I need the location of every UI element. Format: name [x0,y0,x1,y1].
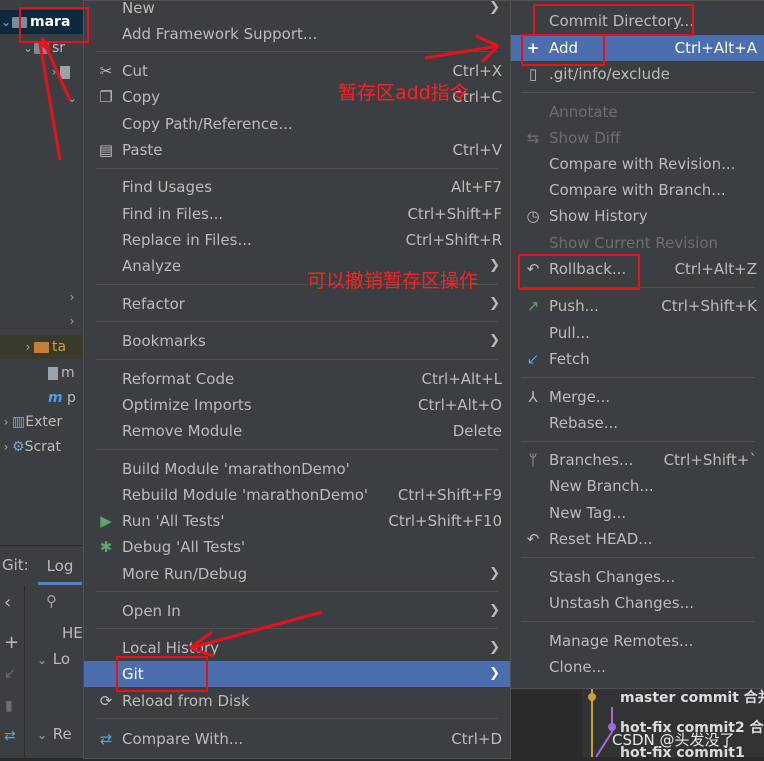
annotation-add: 暂存区add指令 [338,82,469,104]
arrow-icon [189,610,323,658]
annotation-arrows [37,34,500,658]
arrow-icon [424,34,500,64]
arrow-icon [37,37,72,161]
watermark: CSDN @头发没了 [612,731,735,749]
annotation-rollback: 可以撤销暂存区操作 [307,270,479,292]
